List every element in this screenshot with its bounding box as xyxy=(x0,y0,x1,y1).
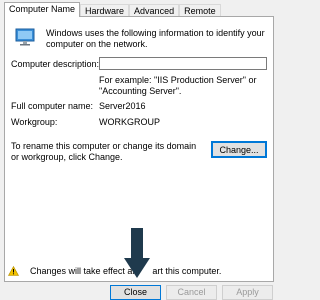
cancel-button[interactable]: Cancel xyxy=(166,285,217,300)
tab-computer-name[interactable]: Computer Name xyxy=(4,2,81,17)
restart-warning-part1: Changes will take effect aft xyxy=(30,266,138,276)
apply-button[interactable]: Apply xyxy=(222,285,273,300)
restart-warning-part2: art this computer. xyxy=(152,266,222,276)
description-example: For example: "IIS Production Server" or … xyxy=(99,75,257,96)
warning-icon xyxy=(8,266,19,276)
computer-icon xyxy=(15,28,35,46)
computer-description-input[interactable] xyxy=(99,57,267,70)
workgroup-value: WORKGROUP xyxy=(99,117,161,127)
workgroup-label: Workgroup: xyxy=(11,117,58,127)
close-button[interactable]: Close xyxy=(110,285,161,300)
intro-text: Windows uses the following information t… xyxy=(46,28,265,49)
computer-description-label: Computer description: xyxy=(11,59,100,69)
full-computer-name-label: Full computer name: xyxy=(11,101,94,111)
arrow-down-icon xyxy=(124,228,150,278)
tab-strip: Computer Name Hardware Advanced Remote xyxy=(4,2,221,17)
change-button[interactable]: Change... xyxy=(211,141,267,158)
full-computer-name-value: Server2016 xyxy=(99,101,146,111)
rename-instructions: To rename this computer or change its do… xyxy=(11,141,197,162)
